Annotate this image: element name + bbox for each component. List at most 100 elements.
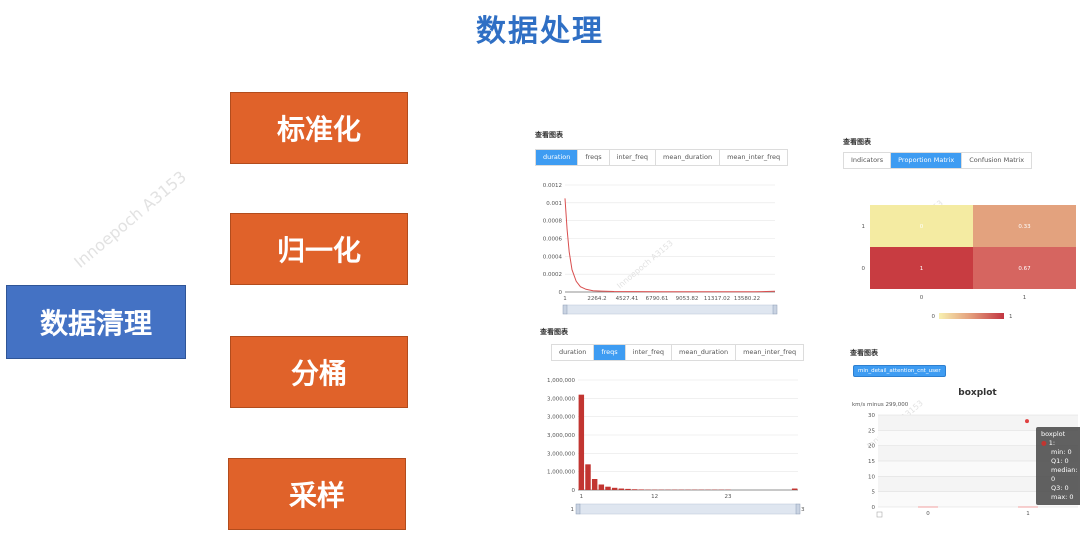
tooltip-title: boxplot — [1041, 430, 1066, 438]
y-tick-label: 0 — [862, 266, 866, 272]
outlier-point — [1025, 419, 1029, 424]
bar — [605, 486, 611, 490]
boxplot-tooltip: boxplot ● 1: min: 0 Q1: 0 median: 0 Q3: … — [1036, 427, 1080, 505]
x-tick-label: 11317.02 — [704, 296, 730, 302]
slider-handle-left — [562, 304, 568, 315]
tab-inter-freq[interactable]: inter_freq — [626, 345, 673, 360]
panel-duration-chart: 查看图表 duration freqs inter_freq mean_dura… — [535, 130, 789, 320]
field-select-button[interactable]: min_detail_attention_cnt_user — [853, 365, 946, 377]
step-standardize: 标准化 — [230, 92, 408, 164]
zoom-slider — [564, 304, 776, 315]
zoom-slider — [577, 503, 799, 515]
panel-label: 查看图表 — [850, 349, 878, 357]
y-tick-label: 20 — [868, 444, 875, 450]
bar — [598, 484, 605, 490]
x-tick-label: 23 — [725, 494, 732, 500]
tooltip-q1: Q1: 0 — [1051, 457, 1069, 465]
line-chart: 0 0.0002 0.0004 0.0006 0.0008 0.001 0.0012 1 226… — [543, 183, 778, 315]
y-tick-label: 25 — [868, 428, 875, 434]
tooltip-max: max: 0 — [1051, 493, 1074, 501]
tab-mean-duration[interactable]: mean_duration — [672, 345, 737, 360]
y-tick-label: 3,000,000 — [547, 451, 575, 457]
bar — [618, 488, 625, 490]
heatmap-cell-value: 1 — [920, 266, 924, 272]
slider-handle-left — [575, 503, 581, 515]
tab-confusion-matrix[interactable]: Confusion Matrix — [962, 153, 1031, 168]
bar — [611, 487, 618, 490]
tab-indicators[interactable]: Indicators — [844, 153, 892, 168]
panel-label: 查看图表 — [535, 131, 563, 139]
y-tick-label: 0.0004 — [543, 254, 563, 260]
y-tick-label: 3,000,000 — [547, 415, 575, 421]
y-tick-label: 15 — [868, 459, 875, 465]
panel-label: 查看图表 — [843, 138, 871, 146]
x-tick-label: 1 — [580, 494, 584, 500]
x-tick-label: 9053.82 — [676, 296, 699, 302]
tab-duration[interactable]: duration — [552, 345, 595, 360]
watermark: Innoepoch A3153 — [70, 167, 190, 272]
y-tick-label: 10 — [868, 474, 875, 480]
y-tick-label: 0.001 — [546, 201, 562, 207]
x-tick-label: 1 — [563, 296, 567, 302]
bar — [625, 488, 631, 490]
bar-chart: 0 1,000,000 3,000,000 3,000,000 3,000,000 3,0… — [547, 378, 805, 515]
bar — [638, 489, 645, 490]
y-tick-label: 1,000,000 — [547, 470, 575, 476]
main-node-data-cleaning: 数据清理 — [6, 285, 186, 359]
x-tick-label: 6790.61 — [646, 296, 669, 302]
step-normalize: 归一化 — [230, 213, 408, 285]
y-tick-label: 0 — [872, 505, 876, 511]
y-tick-label: 3,000,000 — [547, 396, 575, 402]
y-tick-label: 0 — [572, 488, 576, 494]
heatmap-cell-value: 0 — [920, 224, 924, 230]
y-tick-label: 0.0012 — [543, 183, 562, 189]
slider-handle-right — [795, 503, 801, 515]
bar — [585, 464, 591, 490]
panel-boxplot: 查看图表 min_detail_attention_cnt_user boxpl… — [850, 345, 1080, 543]
heatmap-chart: 0 0.33 1 0.67 1 0 0 1 0 1 — [862, 205, 1076, 320]
bar — [631, 489, 638, 490]
slider-left-label: 1 — [571, 507, 575, 513]
heatmap-cell-value: 0.67 — [1018, 266, 1031, 272]
x-tick-label: 12 — [651, 494, 658, 500]
tab-mean-inter-freq[interactable]: mean_inter_freq — [736, 345, 803, 360]
bar — [578, 394, 585, 490]
tab-proportion-matrix[interactable]: Proportion Matrix — [891, 153, 963, 168]
x-tick-label: 1 — [1023, 295, 1027, 301]
heatmap-cell-value: 0.33 — [1018, 224, 1031, 230]
color-scale-max: 1 — [1009, 314, 1013, 320]
color-scale-min: 0 — [932, 314, 936, 320]
bar — [591, 479, 598, 490]
x-tick-label: 1 — [1026, 511, 1030, 517]
slider-handle-right — [772, 304, 778, 315]
step-sampling: 采样 — [228, 458, 406, 530]
slider-right-label: 32.6 — [801, 507, 805, 513]
panel-freqs-chart: 查看图表 duration freqs inter_freq mean_dura… — [540, 324, 805, 543]
step-bucketing: 分桶 — [230, 336, 408, 408]
panel-proportion-matrix: 查看图表 Indicators Proportion Matrix Confus… — [843, 133, 1080, 323]
boxplot-title: boxplot — [958, 388, 997, 398]
tooltip-series-label: 1: — [1048, 439, 1056, 447]
x-tick-label: 2264.2 — [587, 296, 606, 302]
series-line — [564, 198, 776, 293]
bar — [791, 488, 798, 490]
x-tick-label: 0 — [920, 295, 924, 301]
x-tick-label: 13580.22 — [734, 296, 760, 302]
matrix-tabs: Indicators Proportion Matrix Confusion M… — [843, 152, 1033, 169]
tab-freqs[interactable]: freqs — [594, 345, 626, 360]
y-tick-label: 0 — [559, 290, 563, 296]
y-tick-label: 3,000,000 — [547, 433, 575, 439]
color-scale-bar — [939, 313, 1004, 319]
y-tick-label: 0.0006 — [543, 237, 563, 243]
tooltip-q3: Q3: 0 — [1051, 484, 1069, 492]
x-tick-label: 0 — [926, 511, 930, 517]
y-tick-label: 0.0002 — [543, 272, 562, 278]
y-tick-label: 0.0008 — [543, 219, 563, 225]
y-tick-label: 5 — [872, 490, 876, 496]
y-tick-label: 1,000,000 — [547, 378, 575, 384]
tooltip-min: min: 0 — [1051, 448, 1072, 456]
panel-label: 查看图表 — [540, 328, 568, 336]
tooltip-median: median: 0 — [1051, 466, 1078, 483]
x-tick-label: 4527.41 — [616, 296, 639, 302]
page-title: 数据处理 — [476, 14, 604, 49]
